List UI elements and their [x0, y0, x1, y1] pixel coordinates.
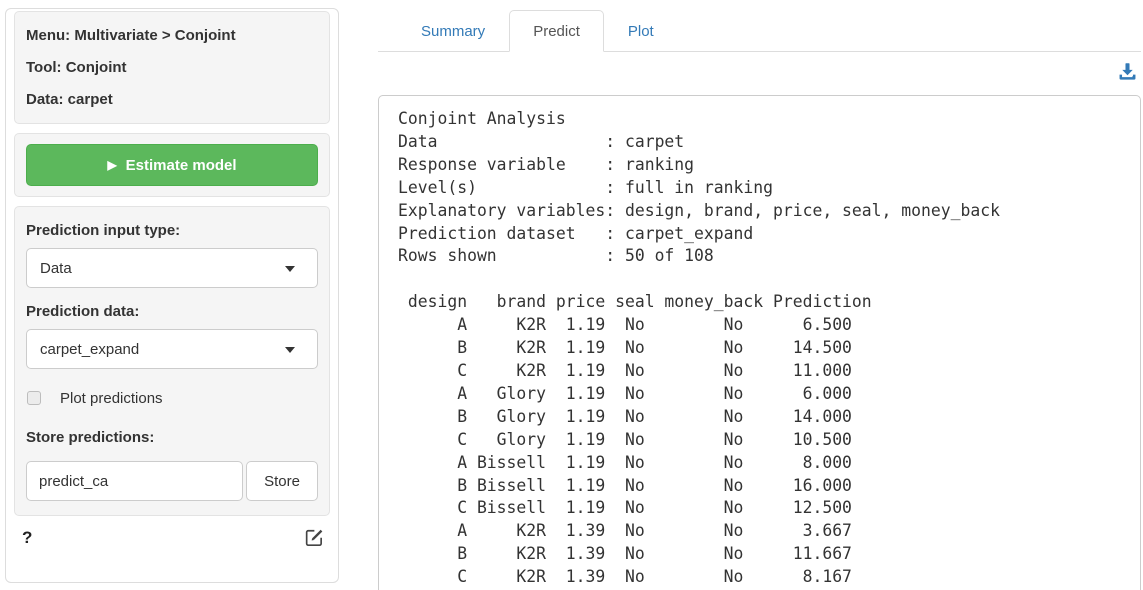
estimate-model-label: Estimate model	[126, 157, 237, 174]
download-icon	[1118, 62, 1137, 81]
help-icon[interactable]: ?	[22, 529, 32, 546]
sidebar-footer: ?	[22, 528, 324, 547]
tool-label: Tool: Conjoint	[26, 60, 318, 75]
store-predictions-input[interactable]	[26, 461, 243, 501]
prediction-output-box: Conjoint Analysis Data : carpet Response…	[378, 95, 1141, 590]
estimate-well: ▶ Estimate model	[14, 133, 330, 197]
prediction-input-type-value: Data	[40, 260, 72, 277]
edit-icon[interactable]	[305, 528, 324, 547]
chevron-down-icon	[285, 266, 295, 277]
tab-bar: Summary Predict Plot	[378, 0, 1141, 52]
prediction-data-label: Prediction data:	[26, 304, 318, 319]
store-predictions-label: Store predictions:	[26, 430, 318, 445]
prediction-input-type-select[interactable]: Data	[26, 248, 318, 288]
main-panel: Summary Predict Plot Conjoint Analysis D…	[378, 0, 1141, 590]
store-button[interactable]: Store	[246, 461, 318, 501]
store-predictions-row: Store	[26, 461, 318, 501]
menu-breadcrumb: Menu: Multivariate > Conjoint	[26, 28, 318, 43]
sidebar-panel: Menu: Multivariate > Conjoint Tool: Conj…	[5, 8, 339, 583]
tab-predict[interactable]: Predict	[509, 10, 604, 52]
estimate-model-button[interactable]: ▶ Estimate model	[26, 144, 318, 186]
chevron-down-icon	[285, 347, 295, 358]
download-button[interactable]	[1118, 62, 1137, 82]
plot-predictions-checkbox[interactable]	[27, 391, 41, 405]
prediction-input-type-label: Prediction input type:	[26, 223, 318, 238]
data-label: Data: carpet	[26, 92, 318, 107]
tab-plot[interactable]: Plot	[604, 10, 678, 52]
prediction-data-select[interactable]: carpet_expand	[26, 329, 318, 369]
tab-summary[interactable]: Summary	[397, 10, 509, 52]
plot-predictions-row: Plot predictions	[27, 390, 318, 406]
prediction-data-value: carpet_expand	[40, 341, 139, 358]
context-info-well: Menu: Multivariate > Conjoint Tool: Conj…	[14, 11, 330, 124]
prediction-form-well: Prediction input type: Data Prediction d…	[14, 206, 330, 516]
output-pre: Conjoint Analysis Data : carpet Response…	[398, 108, 1121, 589]
play-icon: ▶	[107, 159, 116, 171]
plot-predictions-label[interactable]: Plot predictions	[60, 390, 163, 407]
